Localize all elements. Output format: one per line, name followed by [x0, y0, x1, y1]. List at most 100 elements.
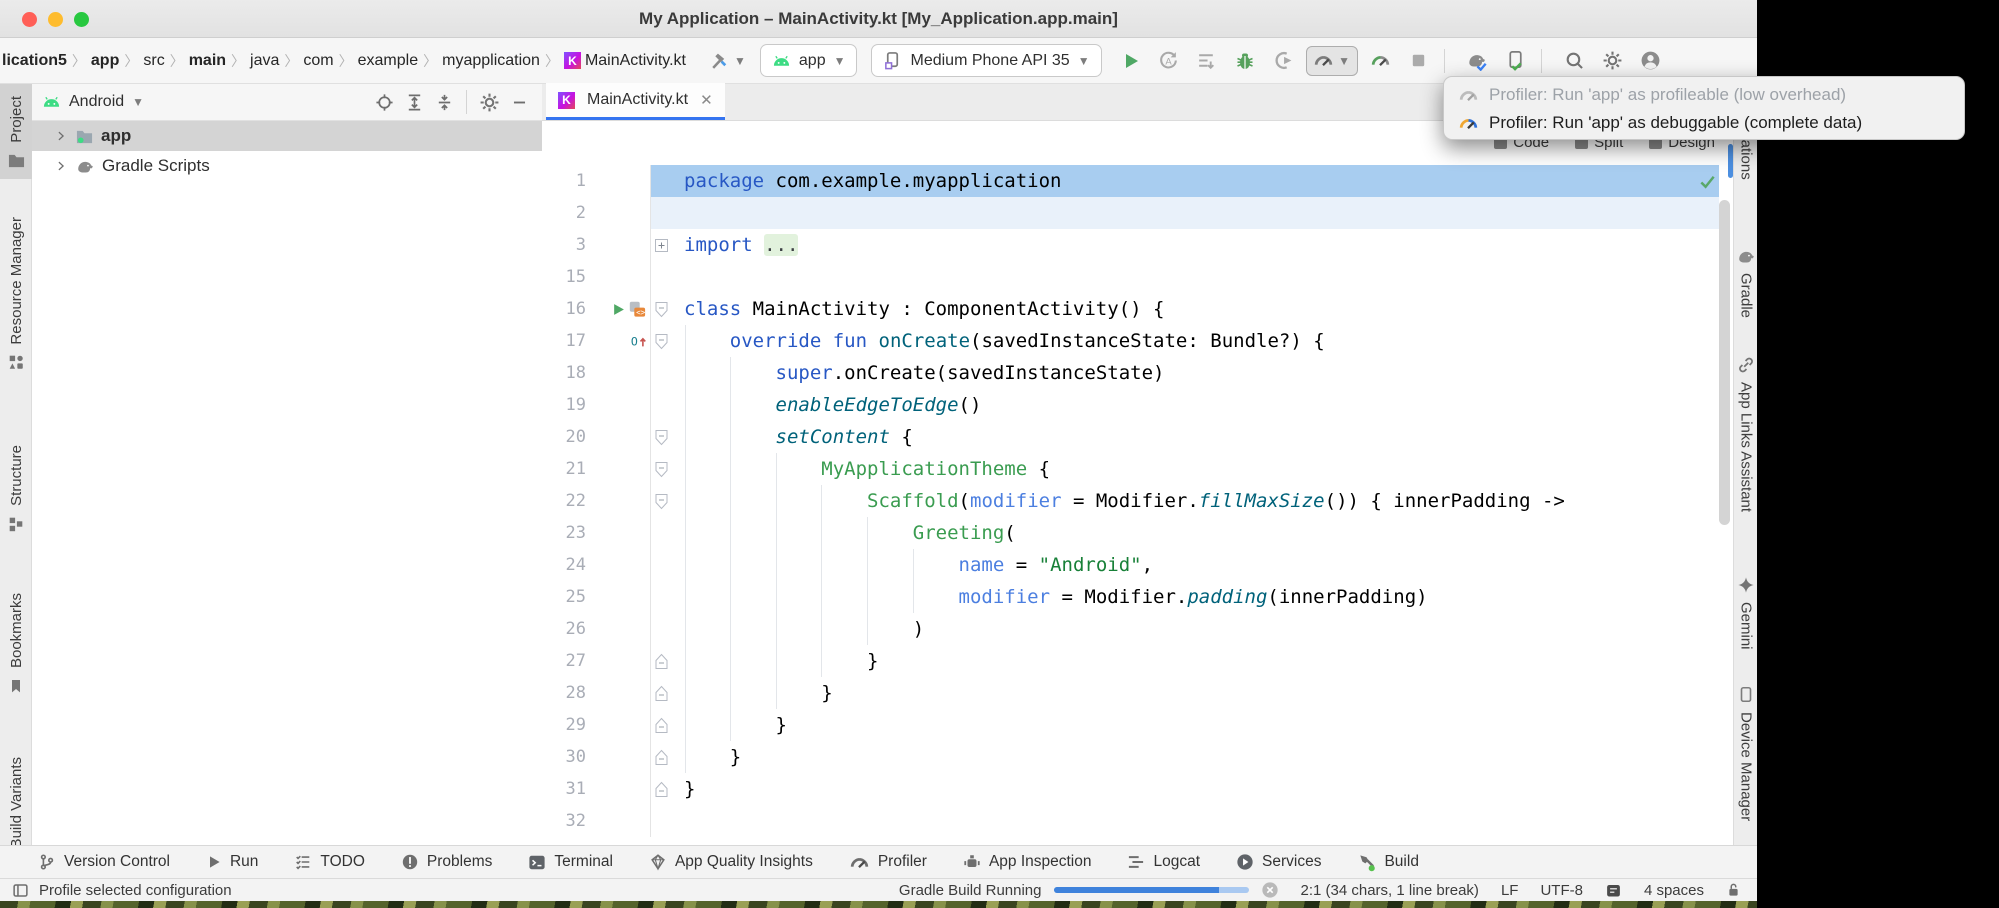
sidebar-item-device-manager[interactable]: Device Manager	[1734, 685, 1758, 821]
project-view-selector[interactable]: Android	[69, 93, 124, 111]
breadcrumb-item-lication5[interactable]: lication5	[2, 52, 67, 70]
fold-marker-icon[interactable]	[655, 717, 668, 734]
structure-icon	[7, 515, 25, 533]
collapse-all-icon[interactable]	[431, 89, 457, 115]
fold-marker-icon[interactable]	[655, 749, 668, 766]
apply-code-changes-button[interactable]	[1192, 46, 1222, 76]
popup-item-profiler-profileable[interactable]: Profiler: Run 'app' as profileable (low …	[1444, 81, 1964, 109]
robot-icon	[963, 853, 981, 871]
account-button[interactable]	[1636, 46, 1666, 76]
toolwindow-terminal[interactable]: Terminal	[528, 853, 613, 871]
profile-low-overhead-button[interactable]	[1366, 46, 1396, 76]
tree-item-app[interactable]: app	[32, 121, 542, 151]
sidebar-item-gradle[interactable]: Gradle	[1734, 248, 1758, 318]
toolwindow-version-control[interactable]: Version Control	[38, 853, 170, 871]
compose-icon[interactable]: <>	[628, 300, 646, 318]
indent-widget[interactable]: 4 spaces	[1644, 882, 1704, 899]
window-layout-icon[interactable]	[12, 882, 29, 899]
caret-position-widget[interactable]: 2:1 (34 chars, 1 line break)	[1301, 882, 1479, 899]
chevron-right-icon[interactable]	[54, 129, 68, 143]
locate-icon[interactable]	[371, 89, 397, 115]
android-icon	[42, 96, 61, 108]
toolwindow-run[interactable]: Run	[206, 853, 258, 871]
device-manager-button[interactable]	[1501, 46, 1531, 76]
panel-divider	[466, 90, 467, 114]
breadcrumb-item-main[interactable]: main	[189, 52, 226, 70]
build-hammer-icon[interactable]	[704, 46, 734, 76]
editor-scrollbar[interactable]	[1719, 200, 1730, 525]
fold-marker-icon[interactable]	[655, 493, 668, 510]
breadcrumb-item-example[interactable]: example	[358, 52, 418, 70]
breadcrumb-separator: 〉	[231, 51, 245, 71]
breadcrumb-item-java[interactable]: java	[250, 52, 279, 70]
chevron-down-icon[interactable]: ▼	[132, 95, 144, 109]
breadcrumb-item-app[interactable]: app	[91, 52, 119, 70]
code-viewport[interactable]: 1package com.example.myapplication23impo…	[542, 121, 1719, 845]
search-everywhere-button[interactable]	[1560, 46, 1590, 76]
sidebar-item-resource-manager[interactable]: Resource Manager	[0, 205, 32, 382]
settings-button[interactable]	[1598, 46, 1628, 76]
cancel-build-icon[interactable]	[1261, 881, 1279, 899]
expand-all-icon[interactable]	[401, 89, 427, 115]
toolwindow-todo[interactable]: TODO	[294, 853, 365, 871]
fold-marker-icon[interactable]	[655, 781, 668, 798]
gradle-sync-button[interactable]	[1463, 46, 1493, 76]
toolwindow-app-inspection[interactable]: App Inspection	[963, 853, 1092, 871]
fold-marker-icon[interactable]	[655, 429, 668, 446]
fold-marker-icon[interactable]	[655, 461, 668, 478]
code-line-15: 15	[542, 261, 1719, 293]
lock-icon[interactable]	[1726, 881, 1741, 899]
toolwindow-app-quality-insights[interactable]: App Quality Insights	[649, 853, 813, 871]
line-ending-widget[interactable]: LF	[1501, 882, 1519, 899]
stop-button[interactable]	[1404, 46, 1434, 76]
toolwindow-logcat[interactable]: Logcat	[1127, 853, 1200, 871]
debug-button[interactable]	[1230, 46, 1260, 76]
sidebar-item-structure[interactable]: Structure	[0, 433, 32, 543]
gear-icon[interactable]	[476, 89, 502, 115]
toolwindow-build[interactable]: Build	[1357, 853, 1418, 872]
tab-mainactivity[interactable]: K MainActivity.kt ✕	[546, 83, 725, 120]
run-line-icon[interactable]	[612, 303, 625, 316]
line-number: 28	[542, 677, 598, 709]
chevron-down-icon[interactable]: ▼	[734, 54, 746, 68]
sidebar-item-gemini[interactable]: Gemini	[1734, 576, 1758, 650]
gradle-build-progress: Gradle Build Running	[899, 881, 1279, 899]
sidebar-item-bookmarks[interactable]: Bookmarks	[0, 581, 32, 705]
toolwindow-problems[interactable]: Problems	[401, 853, 492, 871]
apply-changes-button[interactable]: A	[1154, 46, 1184, 76]
tree-item-gradle-scripts[interactable]: Gradle Scripts	[32, 151, 542, 181]
code-line-20: 20 setContent {	[542, 421, 1719, 453]
fold-marker-icon[interactable]	[655, 653, 668, 670]
folder-icon	[7, 152, 26, 169]
fold-marker-icon[interactable]	[655, 239, 668, 252]
override-icon[interactable]: O	[630, 332, 646, 350]
close-tab-icon[interactable]: ✕	[700, 91, 713, 109]
profiler-button[interactable]: ▼	[1306, 46, 1358, 76]
toolwindow-services[interactable]: Services	[1236, 853, 1321, 871]
run-configuration-select[interactable]: app ▼	[760, 44, 858, 77]
minimize-icon[interactable]	[506, 89, 532, 115]
breadcrumb-item-src[interactable]: src	[143, 52, 164, 70]
code-text: }	[672, 773, 1719, 805]
breadcrumb-item-mainactivity-kt[interactable]: KMainActivity.kt	[564, 52, 686, 70]
fold-marker-icon[interactable]	[655, 333, 668, 350]
editor-area[interactable]: K MainActivity.kt ✕ CodeSplitDesign 1pac…	[542, 84, 1733, 845]
sidebar-item-project[interactable]: Project	[0, 84, 32, 179]
resource-icon	[7, 353, 25, 371]
popup-item-profiler-debuggable[interactable]: Profiler: Run 'app' as debuggable (compl…	[1444, 109, 1964, 137]
inspections-ok-icon[interactable]	[1698, 172, 1717, 191]
attach-profiler-button[interactable]	[1268, 46, 1298, 76]
status-bar: Profile selected configuration Gradle Bu…	[0, 878, 1757, 901]
chevron-right-icon[interactable]	[54, 159, 68, 173]
fold-marker-icon[interactable]	[655, 301, 668, 318]
fold-marker-icon[interactable]	[655, 685, 668, 702]
device-select[interactable]: Medium Phone API 35 ▼	[871, 44, 1101, 77]
toolwindow-profiler[interactable]: Profiler	[849, 852, 927, 873]
breadcrumb-item-com[interactable]: com	[303, 52, 333, 70]
breadcrumb-item-myapplication[interactable]: myapplication	[442, 52, 540, 70]
sidebar-item-app-links-assistant[interactable]: App Links Assistant	[1734, 356, 1758, 512]
encoding-widget[interactable]: UTF-8	[1540, 882, 1583, 899]
run-button[interactable]	[1116, 46, 1146, 76]
code-text: }	[672, 677, 1719, 709]
sidebar-label: Structure	[8, 445, 25, 506]
